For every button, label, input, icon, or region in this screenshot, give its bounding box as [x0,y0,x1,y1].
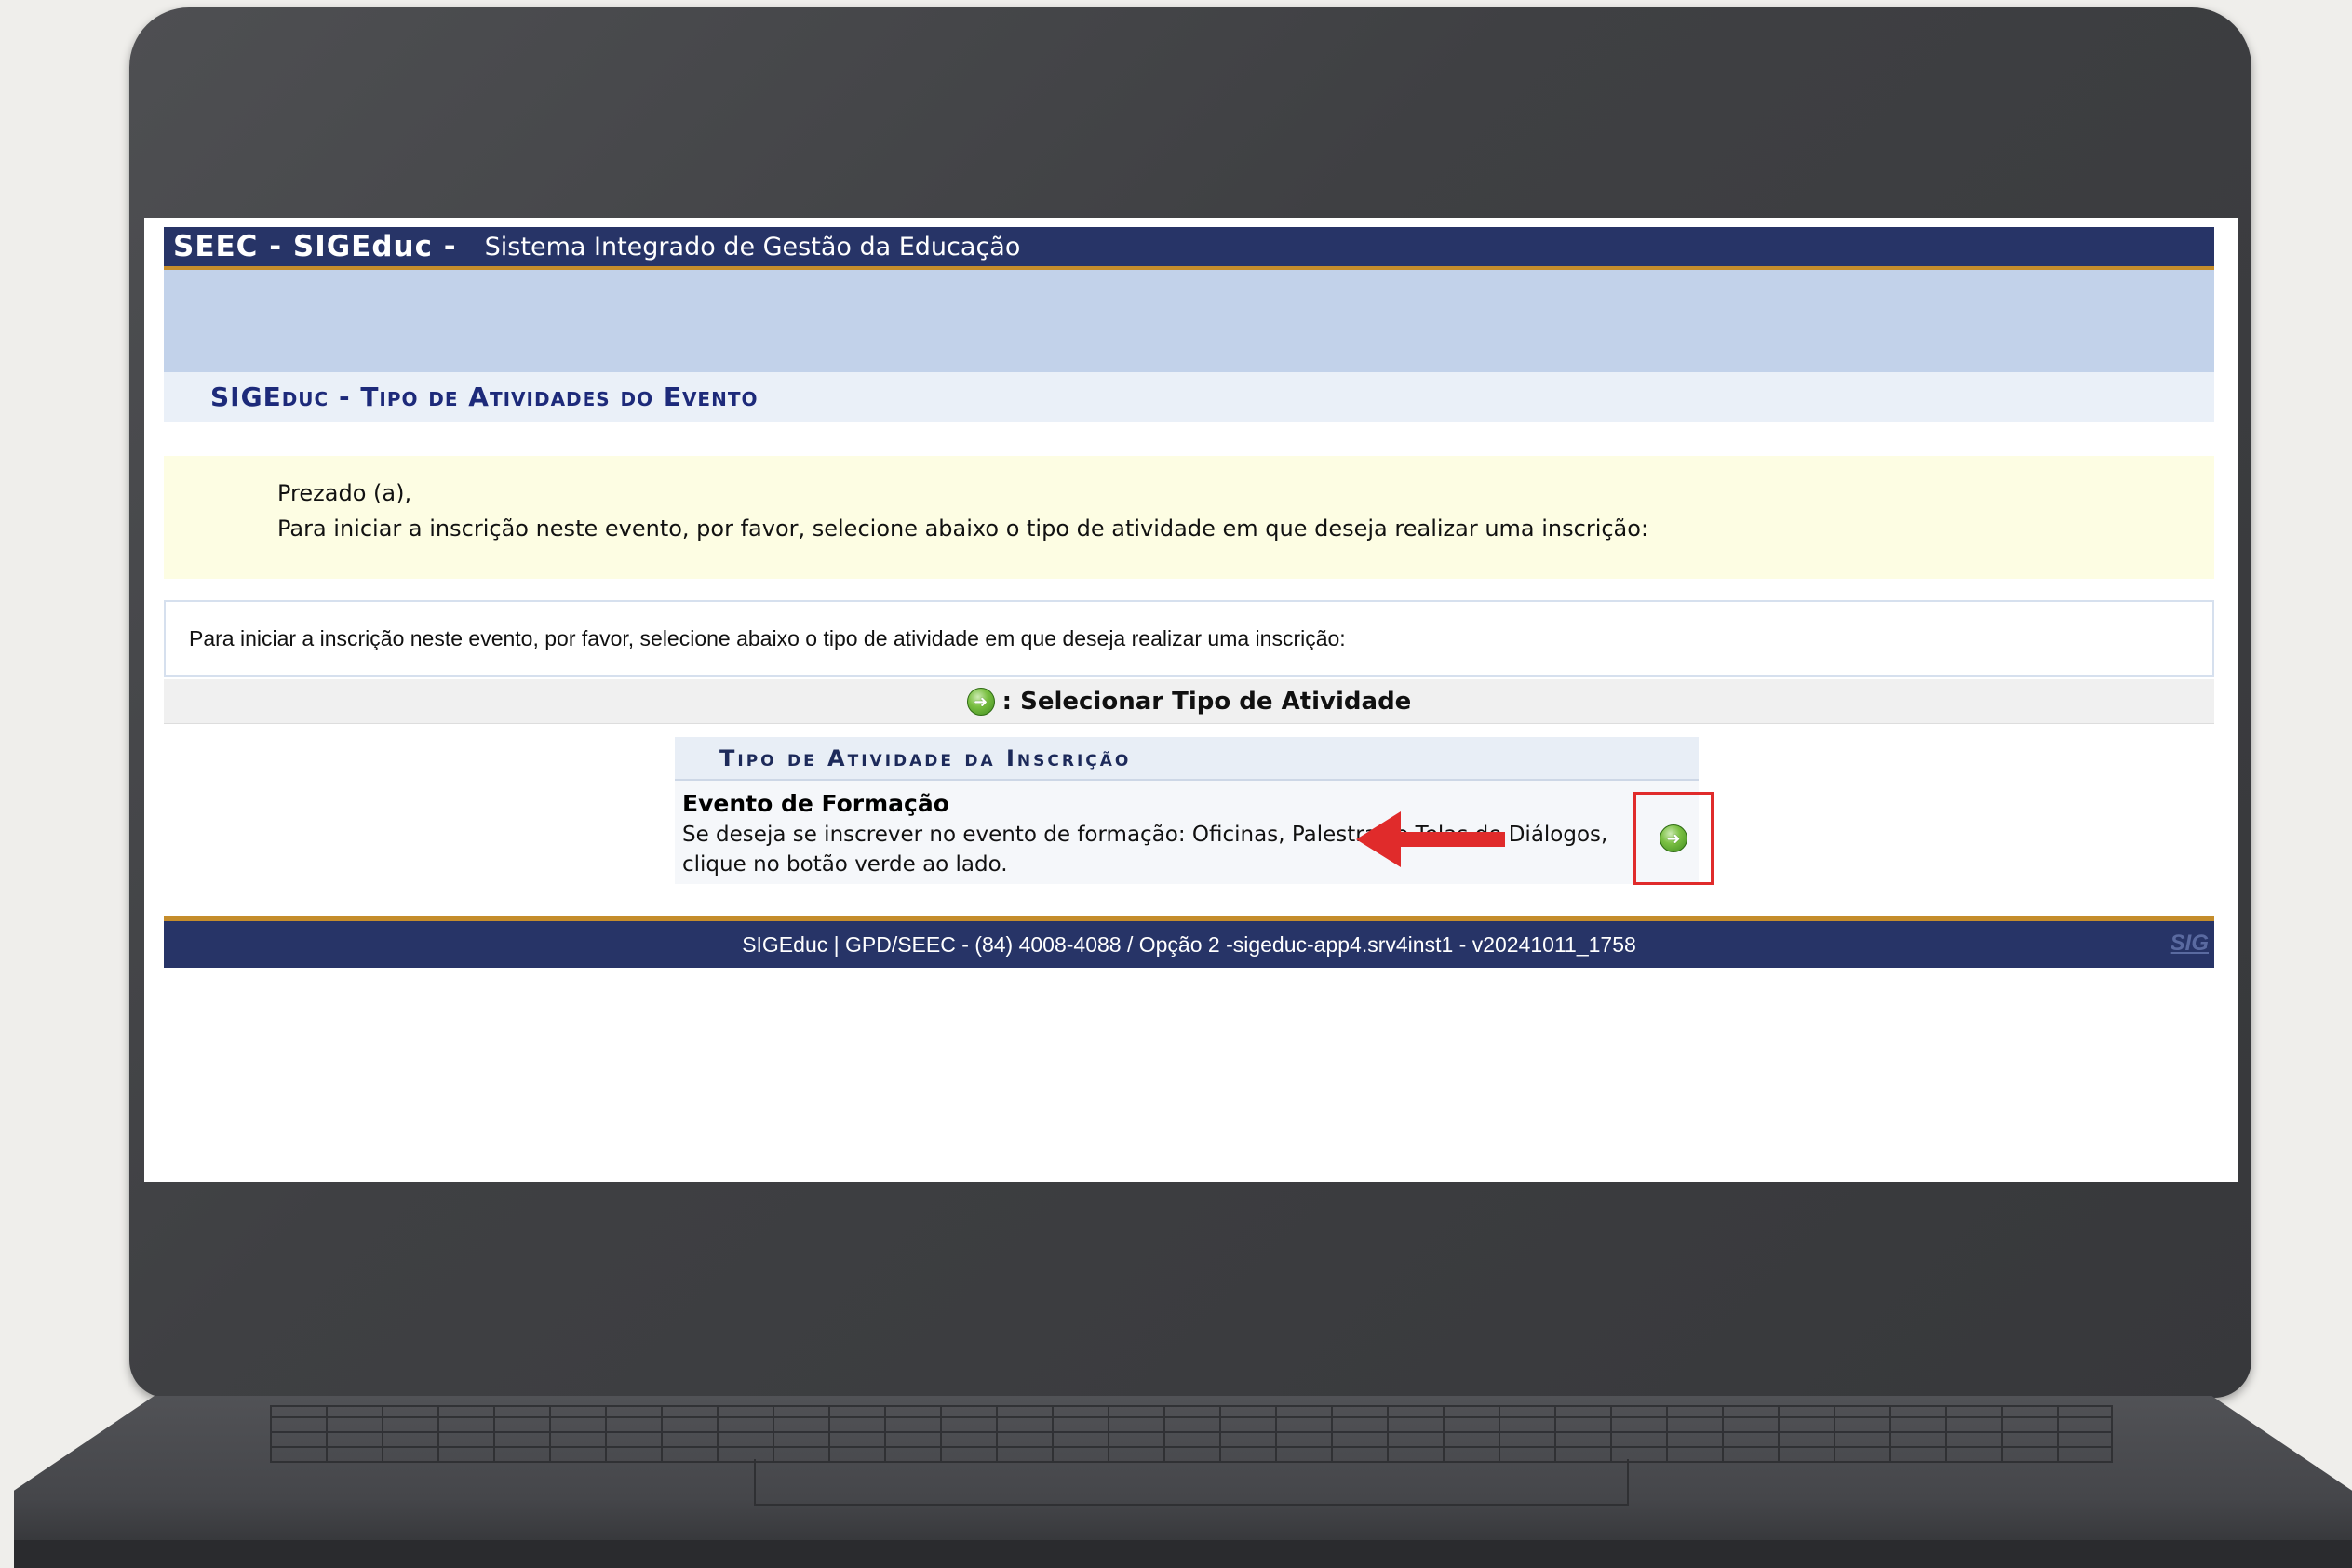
instruction-box: Para iniciar a inscrição neste evento, p… [164,600,2214,677]
system-name: Sistema Integrado de Gestão da Educação [484,232,1021,261]
select-activity-button[interactable] [1633,792,1714,885]
page-title-bar: SIGEduc - Tipo de Atividades do Evento [164,372,2214,422]
notice-box: Prezado (a), Para iniciar a inscrição ne… [164,456,2214,579]
notice-greeting: Prezado (a), [277,480,412,506]
action-label: : Selecionar Tipo de Atividade [1001,687,1412,716]
notice-message: Para iniciar a inscrição neste evento, p… [277,516,1649,542]
page-title: SIGEduc - Tipo de Atividades do Evento [210,382,759,412]
brand-title: SEEC - SIGEduc - [173,230,457,263]
table-row: Evento de Formação Se deseja se inscreve… [675,781,1714,885]
go-arrow-icon [966,687,995,716]
activity-name: Evento de Formação [682,790,949,817]
instruction-text: Para iniciar a inscrição neste evento, p… [189,626,1346,650]
system-header: SEEC - SIGEduc - Sistema Integrado de Ge… [164,227,2214,270]
red-arrow-icon [1356,811,1505,867]
laptop-keyboard [270,1405,2113,1463]
browser-screen: SEEC - SIGEduc - Sistema Integrado de Ge… [144,218,2238,1182]
laptop-base-edge [14,1540,2352,1568]
activity-table-header-label: Tipo de Atividade da Inscrição [719,744,1132,771]
sig-logo: SIG [2170,931,2209,956]
footer-text: SIGEduc | GPD/SEEC - (84) 4008-4088 / Op… [742,931,1636,957]
header-band [164,270,2214,372]
activity-table-header: Tipo de Atividade da Inscrição [675,737,1699,781]
laptop-trackpad [754,1459,1629,1506]
activity-type-table: Tipo de Atividade da Inscrição Evento de… [675,737,1714,885]
action-bar: : Selecionar Tipo de Atividade [164,679,2214,724]
go-arrow-icon[interactable] [1660,824,1687,852]
system-footer: SIGEduc | GPD/SEEC - (84) 4008-4088 / Op… [164,916,2214,968]
